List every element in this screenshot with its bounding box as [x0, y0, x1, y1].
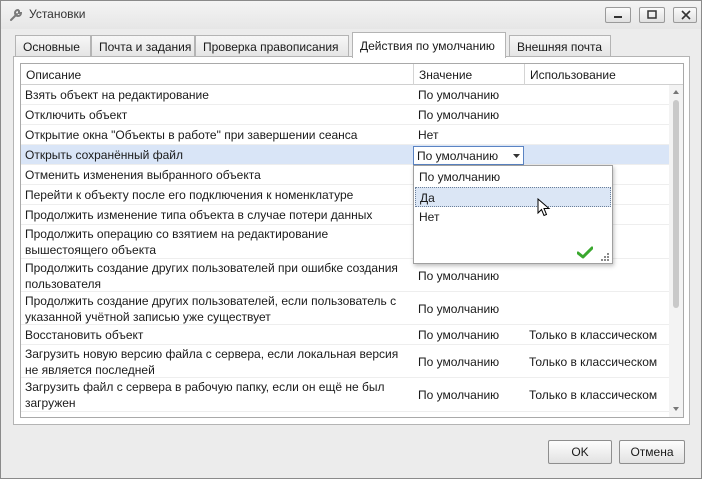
table-row[interactable]: Загрузить новую версию файла с сервера, …	[21, 345, 669, 378]
usage-cell: Только в классическом	[529, 328, 658, 342]
title-bar[interactable]: Установки	[1, 1, 701, 29]
description-cell: Взять объект на редактирование	[25, 88, 209, 102]
close-button[interactable]	[673, 7, 697, 23]
table-row[interactable]: Взять объект на редактирование По умолча…	[21, 85, 669, 105]
close-icon	[681, 10, 691, 20]
value-cell[interactable]: По умолчанию	[414, 354, 524, 370]
usage-cell: Только в классическом	[529, 355, 658, 369]
column-header-description[interactable]: Описание	[21, 64, 413, 85]
tab-spelling[interactable]: Проверка правописания	[195, 35, 349, 57]
value-dropdown-list: По умолчанию Да Нет	[413, 165, 613, 264]
settings-window: Установки Основные Почта и задания Прове…	[0, 0, 702, 479]
tab-general[interactable]: Основные	[15, 35, 91, 57]
description-cell: Перейти к объекту после его подключения …	[25, 188, 354, 202]
maximize-icon	[647, 10, 657, 19]
description-cell: Продолжить создание других пользователей…	[25, 261, 398, 291]
table-row[interactable]: Загрузить файл с сервера в рабочую папку…	[21, 378, 669, 412]
table-row[interactable]: Восстановить объект По умолчанию Только …	[21, 325, 669, 345]
value-cell[interactable]: По умолчанию	[414, 87, 524, 103]
description-cell: Продолжить операцию со взятием на редакт…	[25, 227, 329, 257]
value-combobox[interactable]: По умолчанию	[413, 146, 524, 165]
table-row[interactable]: Отключить объект По умолчанию	[21, 105, 669, 125]
dropdown-option-no[interactable]: Нет	[415, 207, 611, 227]
table-row[interactable]: Открытие окна "Объекты в работе" при зав…	[21, 125, 669, 145]
mouse-pointer-icon	[537, 198, 551, 217]
checkmark-icon[interactable]	[577, 246, 593, 259]
description-cell: Отключить объект	[25, 108, 128, 122]
table-row-selected[interactable]: Открыть сохранённый файл	[21, 145, 669, 165]
maximize-button[interactable]	[639, 7, 665, 23]
description-cell: Загрузить новую версию файла с сервера, …	[25, 347, 399, 377]
value-cell[interactable]: По умолчанию	[414, 387, 524, 403]
minimize-button[interactable]	[605, 7, 631, 23]
window-title: Установки	[29, 7, 86, 21]
value-cell[interactable]: По умолчанию	[414, 107, 524, 123]
dropdown-option-yes[interactable]: Да	[415, 187, 611, 207]
table-row[interactable]: Продолжить создание других пользователей…	[21, 292, 669, 325]
usage-cell: Только в классическом	[529, 388, 658, 402]
wrench-icon	[10, 8, 23, 21]
scroll-down-arrow-icon[interactable]	[672, 405, 680, 413]
tab-mail-tasks[interactable]: Почта и задания	[91, 35, 195, 57]
value-cell[interactable]: По умолчанию	[414, 327, 524, 343]
value-cell[interactable]: По умолчанию	[414, 268, 524, 284]
tab-default-actions[interactable]: Действия по умолчанию	[352, 32, 506, 58]
scrollbar-thumb[interactable]	[673, 100, 679, 308]
description-cell: Открыть сохранённый файл	[25, 148, 183, 162]
description-cell: Отменить изменения выбранного объекта	[25, 168, 261, 182]
dropdown-option-default[interactable]: По умолчанию	[415, 167, 611, 187]
description-cell: Продолжить создание других пользователей…	[25, 294, 397, 324]
grid-header: Описание Значение Использование	[21, 64, 683, 85]
value-cell[interactable]: Нет	[414, 127, 524, 143]
description-cell: Открытие окна "Объекты в работе" при зав…	[25, 128, 358, 142]
minimize-icon	[614, 16, 622, 18]
combobox-value: По умолчанию	[417, 149, 499, 163]
scroll-up-arrow-icon[interactable]	[672, 88, 680, 96]
column-header-usage[interactable]: Использование	[525, 64, 669, 85]
column-header-value[interactable]: Значение	[414, 64, 524, 85]
cancel-button[interactable]: Отмена	[619, 440, 685, 464]
tab-external-mail[interactable]: Внешняя почта	[509, 35, 611, 57]
value-cell[interactable]: По умолчанию	[414, 301, 524, 317]
ok-button[interactable]: OK	[548, 440, 612, 464]
vertical-scrollbar[interactable]	[669, 85, 683, 417]
description-cell: Загрузить файл с сервера в рабочую папку…	[25, 380, 385, 410]
resize-grip-icon[interactable]	[600, 252, 610, 262]
description-cell: Восстановить объект	[25, 328, 144, 342]
description-cell: Продолжить изменение типа объекта в случ…	[25, 208, 373, 222]
chevron-down-icon[interactable]	[513, 154, 520, 158]
